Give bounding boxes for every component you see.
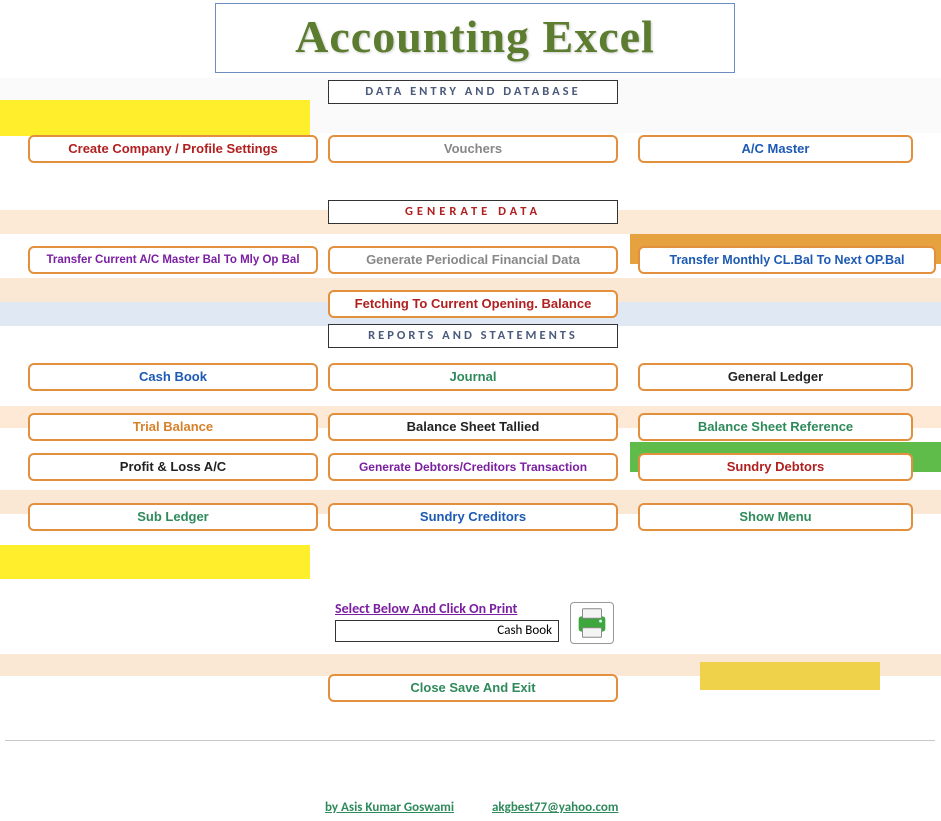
transfer-monthly-button[interactable]: Transfer Monthly CL.Bal To Next OP.Bal [638,246,936,274]
print-button[interactable] [570,602,614,644]
show-menu-button[interactable]: Show Menu [638,503,913,531]
balance-sheet-tallied-button[interactable]: Balance Sheet Tallied [328,413,618,441]
section-reports: REPORTS AND STATEMENTS [328,324,618,348]
app-title: Accounting Excel [216,4,734,70]
ac-master-button[interactable]: A/C Master [638,135,913,163]
profit-loss-button[interactable]: Profit & Loss A/C [28,453,318,481]
section-generate-data: GENERATE DATA [328,200,618,224]
sundry-creditors-button[interactable]: Sundry Creditors [328,503,618,531]
generate-periodical-button[interactable]: Generate Periodical Financial Data [328,246,618,274]
bg-stripe [700,662,880,690]
fetching-opening-button[interactable]: Fetching To Current Opening. Balance [328,290,618,318]
create-company-button[interactable]: Create Company / Profile Settings [28,135,318,163]
print-instruction-label: Select Below And Click On Print [335,600,517,617]
bg-stripe [0,545,310,579]
section-data-entry: DATA ENTRY AND DATABASE [328,80,618,104]
sundry-debtors-button[interactable]: Sundry Debtors [638,453,913,481]
close-save-exit-button[interactable]: Close Save And Exit [328,674,618,702]
print-select-input[interactable]: Cash Book [335,620,559,642]
printer-icon [571,603,613,643]
email-link[interactable]: akgbest77@yahoo.com [492,800,619,815]
journal-button[interactable]: Journal [328,363,618,391]
vouchers-button[interactable]: Vouchers [328,135,618,163]
gen-debtors-creditors-button[interactable]: Generate Debtors/Creditors Transaction [328,453,618,481]
bg-stripe [0,100,310,136]
cash-book-button[interactable]: Cash Book [28,363,318,391]
balance-sheet-ref-button[interactable]: Balance Sheet Reference [638,413,913,441]
divider [5,740,935,741]
sub-ledger-button[interactable]: Sub Ledger [28,503,318,531]
author-link[interactable]: by Asis Kumar Goswami [325,800,454,815]
title-box: Accounting Excel [215,3,735,73]
transfer-master-bal-button[interactable]: Transfer Current A/C Master Bal To Mly O… [28,246,318,274]
general-ledger-button[interactable]: General Ledger [638,363,913,391]
trial-balance-button[interactable]: Trial Balance [28,413,318,441]
